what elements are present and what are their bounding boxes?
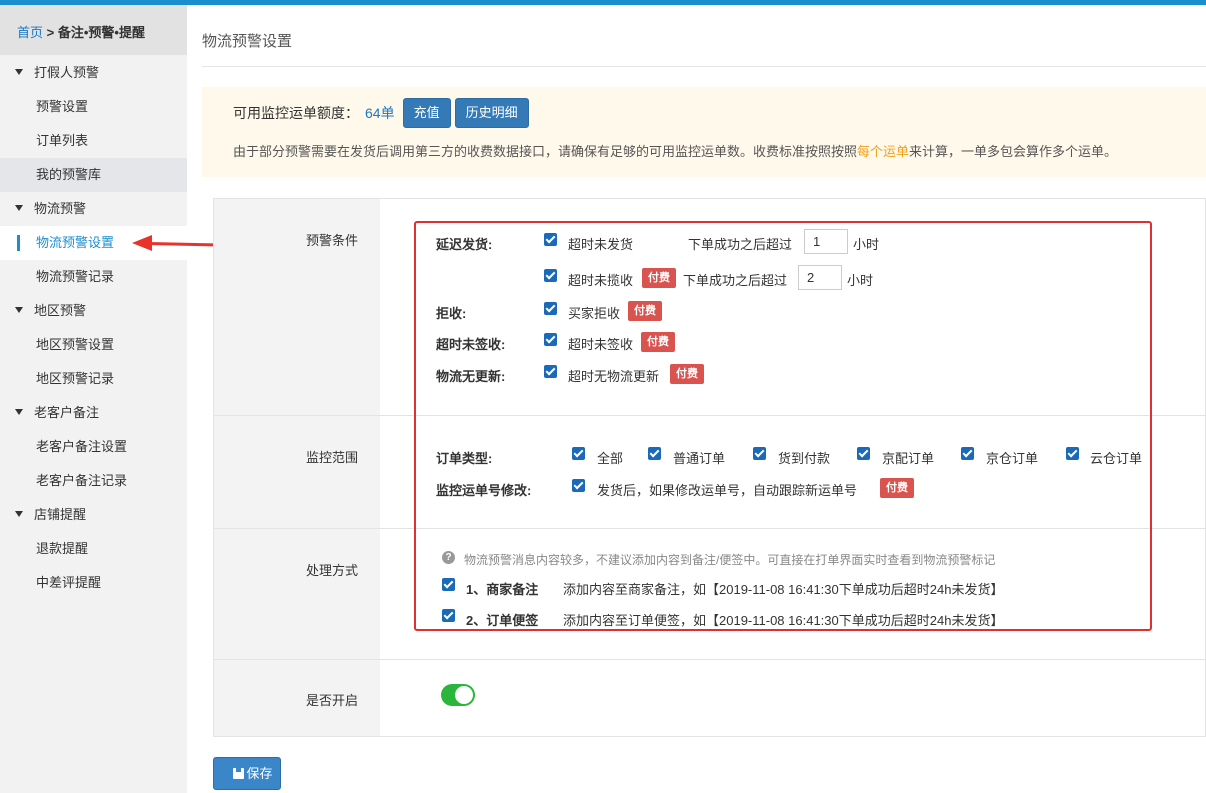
sidebar-group-label: 地区预警 [34,303,87,318]
breadcrumb: 首页 > 备注•预警•提醒 [0,5,187,55]
annotation-arrow-head [132,235,152,251]
sidebar-group-region[interactable]: 地区预警 [0,294,187,328]
quota-panel: 可用监控运单额度： 64单 充值 历史明细 由于部分预警需要在发货后调用第三方的… [202,87,1206,177]
page-title: 物流预警设置 [202,5,1206,67]
floppy-disk-icon [233,768,245,779]
quota-notice: 由于部分预警需要在发货后调用第三方的收费数据接口，请确保有足够的可用监控运单数。… [233,141,1206,160]
sidebar-item-logistics-records[interactable]: 物流预警记录 [0,260,187,294]
sidebar-item-my-alert-library[interactable]: 我的预警库 [0,158,187,192]
sidebar-item-bad-review-reminder[interactable]: 中差评提醒 [0,566,187,600]
row-divider [214,659,1206,660]
breadcrumb-current: 备注•预警•提醒 [57,25,145,40]
form-label-column [214,199,380,736]
sidebar-group-label: 老客户备注 [34,405,100,420]
recharge-button[interactable]: 充值 [402,98,451,128]
save-button-label: 保存 [246,766,273,781]
handling-label: 处理方式 [305,563,358,578]
quota-label: 可用监控运单额度： [233,105,359,121]
enable-toggle[interactable] [441,684,475,706]
sidebar-group-fake-buyer[interactable]: 打假人预警 [0,56,187,90]
sidebar: 首页 > 备注•预警•提醒 打假人预警 预警设置 订单列表 我的预警库 物流预警… [0,5,187,793]
scope-label: 监控范围 [305,450,358,465]
sidebar-item-refund-reminder[interactable]: 退款提醒 [0,532,187,566]
sidebar-group-label: 店铺提醒 [34,507,87,522]
caret-down-icon [15,511,23,517]
sidebar-item-region-records[interactable]: 地区预警记录 [0,362,187,396]
quota-notice-suffix: 来计算，一单多包会算作多个运单。 [909,144,1118,159]
sidebar-item-old-customer-settings[interactable]: 老客户备注设置 [0,430,187,464]
main-content: 物流预警设置 可用监控运单额度： 64单 充值 历史明细 由于部分预警需要在发货… [202,5,1206,177]
sidebar-item-region-settings[interactable]: 地区预警设置 [0,328,187,362]
caret-down-icon [15,69,23,75]
quota-value: 64单 [365,105,395,121]
caret-down-icon [15,409,23,415]
caret-down-icon [15,205,23,211]
conditions-label: 预警条件 [305,233,358,248]
enable-label: 是否开启 [305,693,358,708]
sidebar-group-logistics[interactable]: 物流预警 [0,192,187,226]
sidebar-item-order-list[interactable]: 订单列表 [0,124,187,158]
highlight-box [414,221,1152,631]
breadcrumb-separator: > [46,25,55,40]
quota-notice-prefix: 由于部分预警需要在发货后调用第三方的收费数据接口，请确保有足够的可用监控运单数。… [233,144,858,159]
sidebar-item-old-customer-records[interactable]: 老客户备注记录 [0,464,187,498]
history-button[interactable]: 历史明细 [454,98,529,128]
caret-down-icon [15,307,23,313]
sidebar-group-label: 打假人预警 [34,65,100,80]
save-button[interactable]: 保存 [213,757,281,790]
sidebar-group-old-customer[interactable]: 老客户备注 [0,396,187,430]
quota-notice-highlight: 每个运单 [857,144,910,159]
sidebar-group-label: 物流预警 [34,201,87,216]
breadcrumb-home-link[interactable]: 首页 [17,25,43,40]
sidebar-group-shop-reminder[interactable]: 店铺提醒 [0,498,187,532]
sidebar-item-alert-settings[interactable]: 预警设置 [0,90,187,124]
